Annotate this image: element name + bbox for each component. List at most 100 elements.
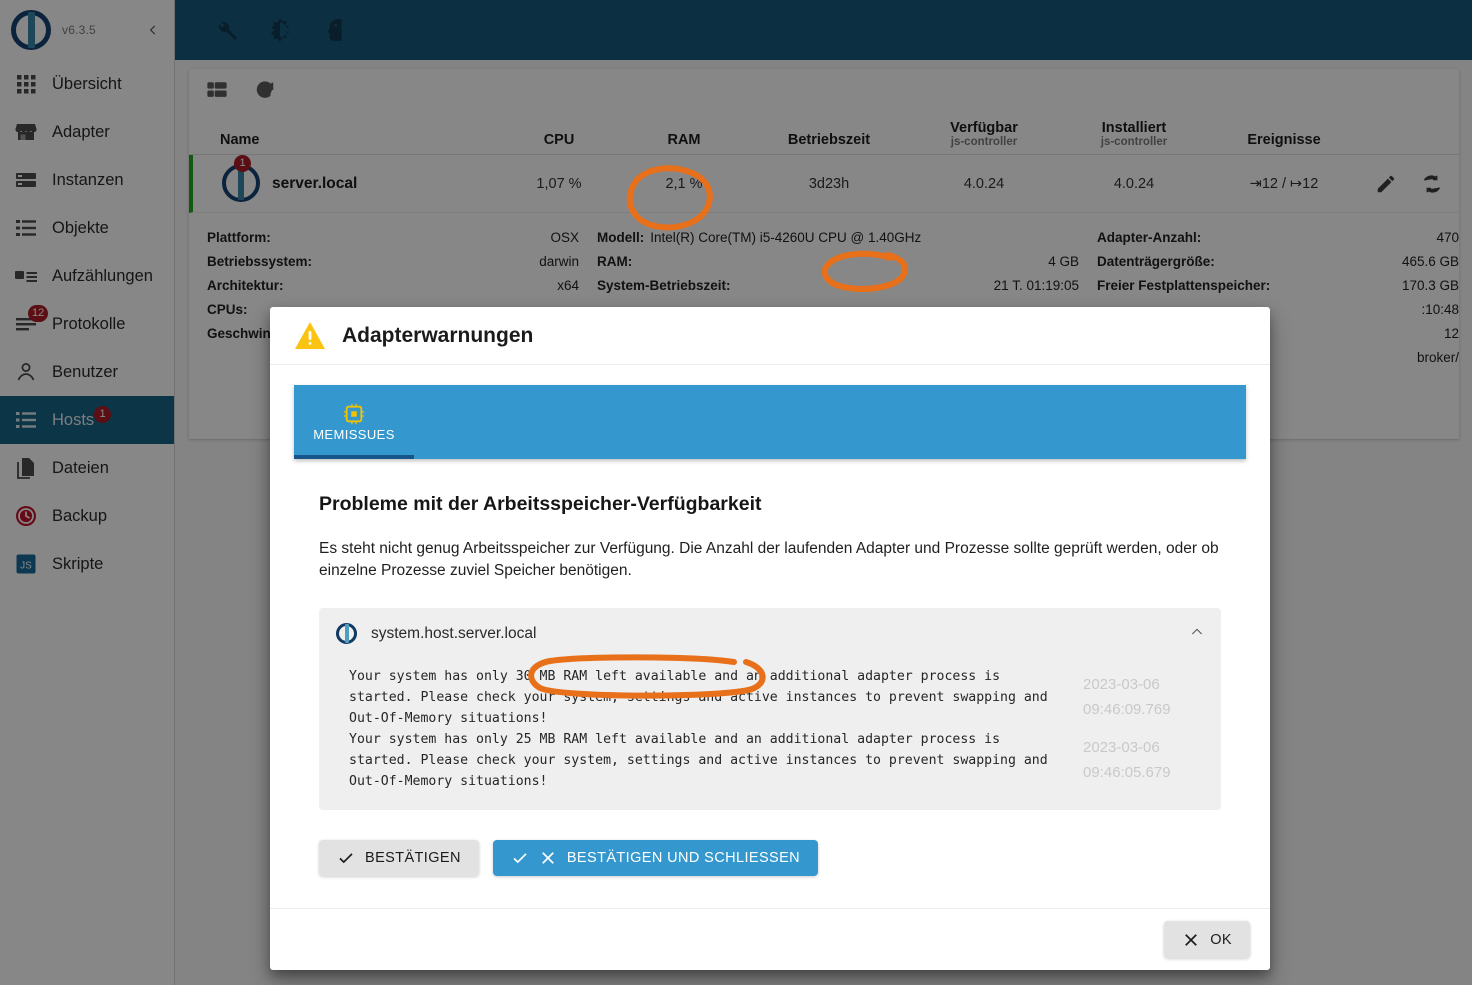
detail-key: Modell:	[597, 229, 645, 245]
restart-icon[interactable]	[1421, 173, 1443, 195]
detail-row: Freier Festplattenspeicher: 170.3 GB	[1097, 273, 1459, 297]
sidebar-item-label: Objekte	[52, 218, 109, 237]
detail-key: Datenträgergröße:	[1097, 253, 1215, 269]
detail-key: Betriebssystem:	[207, 253, 313, 269]
detail-key: Plattform:	[207, 229, 271, 245]
js-script-icon: JS	[14, 552, 38, 576]
message-text: Your system has only 25 MB RAM left avai…	[349, 732, 1048, 789]
col-ram: RAM	[667, 132, 701, 148]
refresh-icon[interactable]	[254, 79, 276, 101]
col-cpu: CPU	[543, 132, 575, 148]
tab-memissues[interactable]: MEMISSUES	[294, 385, 414, 459]
log-lines-icon: 12	[14, 305, 49, 336]
backup-clock-icon	[14, 504, 38, 528]
detail-key: Architektur:	[207, 277, 284, 293]
sidebar-item-backup[interactable]: Backup	[0, 492, 174, 540]
issue-description: Es steht nicht genug Arbeitsspeicher zur…	[319, 540, 1219, 579]
cell-installed: 4.0.24	[1113, 175, 1155, 192]
dialog-title-bar: Adapterwarnungen	[270, 307, 1270, 365]
confirm-and-close-button[interactable]: BESTÄTIGEN UND SCHLIESSEN	[492, 840, 819, 876]
sidebar-item-label: Benutzer	[52, 362, 119, 381]
ok-button-label: OK	[1210, 931, 1232, 948]
sidebar-item-instanzen[interactable]: Instanzen	[0, 156, 174, 204]
col-available-sub: js-controller	[950, 136, 1018, 148]
detail-row: Adapter-Anzahl: 470	[1097, 225, 1459, 249]
app-root: v6.3.5 Übersicht Adapter Instanzen Objekte A…	[0, 0, 1472, 985]
chevron-up-icon[interactable]	[1189, 624, 1205, 645]
sidebar-nav: Übersicht Adapter Instanzen Objekte Aufzählu…	[0, 60, 174, 588]
memory-chip-icon	[343, 403, 365, 425]
sidebar-item-aufz-hlungen[interactable]: Aufzählungen	[0, 252, 174, 300]
toggle-expand-icon[interactable]	[206, 79, 228, 101]
hosts-icon	[14, 408, 38, 432]
col-installed-sub: js-controller	[1100, 136, 1168, 148]
sidebar-item-label: Skripte	[52, 554, 104, 573]
cell-available: 4.0.24	[963, 175, 1005, 192]
detail-row: System-Betriebszeit: 21 T. 01:19:05	[597, 273, 1079, 297]
message-list: Your system has only 30 MB RAM left avai…	[335, 652, 1205, 792]
ok-button[interactable]: OK	[1164, 921, 1250, 958]
chevron-left-icon[interactable]	[142, 19, 164, 41]
cell-actions	[1359, 173, 1459, 195]
message-timestamp: 2023-03-06 09:46:09.769	[1083, 676, 1171, 718]
sidebar-item-skripte[interactable]: JS Skripte	[0, 540, 174, 588]
detail-value: 170.3 GB	[1401, 277, 1459, 293]
sidebar-item-label: Adapter	[52, 122, 110, 141]
enum-icon	[14, 264, 38, 288]
table-row[interactable]: 1 server.local 1,07 % 2,1 % 3d23h 4.0.24…	[189, 154, 1459, 213]
sidebar-item-label: Backup	[52, 506, 108, 525]
col-events: Ereignisse	[1247, 132, 1321, 148]
confirm-button[interactable]: BESTÄTIGEN	[319, 840, 479, 876]
message-item: Your system has only 25 MB RAM left avai…	[335, 729, 1205, 792]
sidebar-item-label: Übersicht	[52, 74, 122, 93]
store-icon	[14, 120, 38, 144]
sidebar-badge: 12	[28, 305, 49, 322]
cards-icon	[14, 168, 38, 192]
detail-value: darwin	[539, 253, 579, 269]
detail-value: 470	[1436, 229, 1459, 245]
sidebar-item-protokolle[interactable]: 12 Protokolle	[0, 300, 174, 348]
sidebar-item-label: Hosts 1	[52, 405, 111, 430]
sidebar-item--bersicht[interactable]: Übersicht	[0, 60, 174, 108]
app-version: v6.3.5	[62, 23, 96, 37]
brightness-icon[interactable]	[267, 17, 293, 43]
adapter-warnings-dialog: Adapterwarnungen MEMISSUES Probleme mit …	[270, 307, 1270, 970]
iobroker-mini-logo	[335, 622, 359, 646]
pencil-icon[interactable]	[1375, 173, 1397, 195]
detail-key: System-Betriebszeit:	[597, 277, 731, 293]
hosts-table-header: Name CPU RAM Betriebszeit Verfügbar js-c…	[189, 111, 1459, 155]
host-cell: 1 server.local	[193, 154, 499, 206]
sidebar-item-hosts[interactable]: Hosts 1	[0, 396, 174, 444]
user-head-icon[interactable]	[321, 17, 347, 43]
warning-triangle-icon	[294, 321, 326, 350]
issue-heading: Probleme mit der Arbeitsspeicher-Verfügb…	[319, 493, 762, 515]
sidebar-item-label: Aufzählungen	[52, 266, 153, 285]
col-name: Name	[220, 132, 260, 148]
message-source-header[interactable]: system.host.server.local	[335, 622, 1205, 652]
detail-row: Betriebssystem: darwin	[207, 249, 579, 273]
detail-key: RAM:	[597, 253, 633, 269]
message-text: Your system has only 30 MB RAM left avai…	[349, 669, 1048, 726]
message-timestamp: 2023-03-06 09:46:05.679	[1083, 739, 1171, 781]
sidebar-item-label: Protokolle	[52, 314, 126, 333]
col-available: Verfügbar js-controller	[909, 120, 1059, 148]
detail-key: CPUs:	[207, 301, 248, 317]
host-logo-icon: 1	[220, 154, 264, 206]
dialog-body: MEMISSUES Probleme mit der Arbeitsspeich…	[270, 365, 1270, 908]
dialog-title: Adapterwarnungen	[342, 323, 534, 347]
iobroker-logo	[8, 7, 54, 53]
message-box: system.host.server.local Your system has…	[319, 608, 1221, 810]
svg-text:JS: JS	[20, 561, 32, 572]
wrench-icon[interactable]	[213, 17, 239, 43]
sidebar-item-objekte[interactable]: Objekte	[0, 204, 174, 252]
sidebar-item-adapter[interactable]: Adapter	[0, 108, 174, 156]
detail-value: x64	[557, 277, 579, 293]
detail-key: Adapter-Anzahl:	[1097, 229, 1202, 245]
detail-row: Modell: Intel(R) Core(TM) i5-4260U CPU @ …	[597, 225, 1079, 249]
detail-row: Datenträgergröße: 465.6 GB	[1097, 249, 1459, 273]
detail-value: 21 T. 01:19:05	[993, 277, 1079, 293]
detail-value: 4 GB	[1048, 253, 1079, 269]
sidebar-item-benutzer[interactable]: Benutzer	[0, 348, 174, 396]
detail-row: Plattform: OSX	[207, 225, 579, 249]
sidebar-item-dateien[interactable]: Dateien	[0, 444, 174, 492]
